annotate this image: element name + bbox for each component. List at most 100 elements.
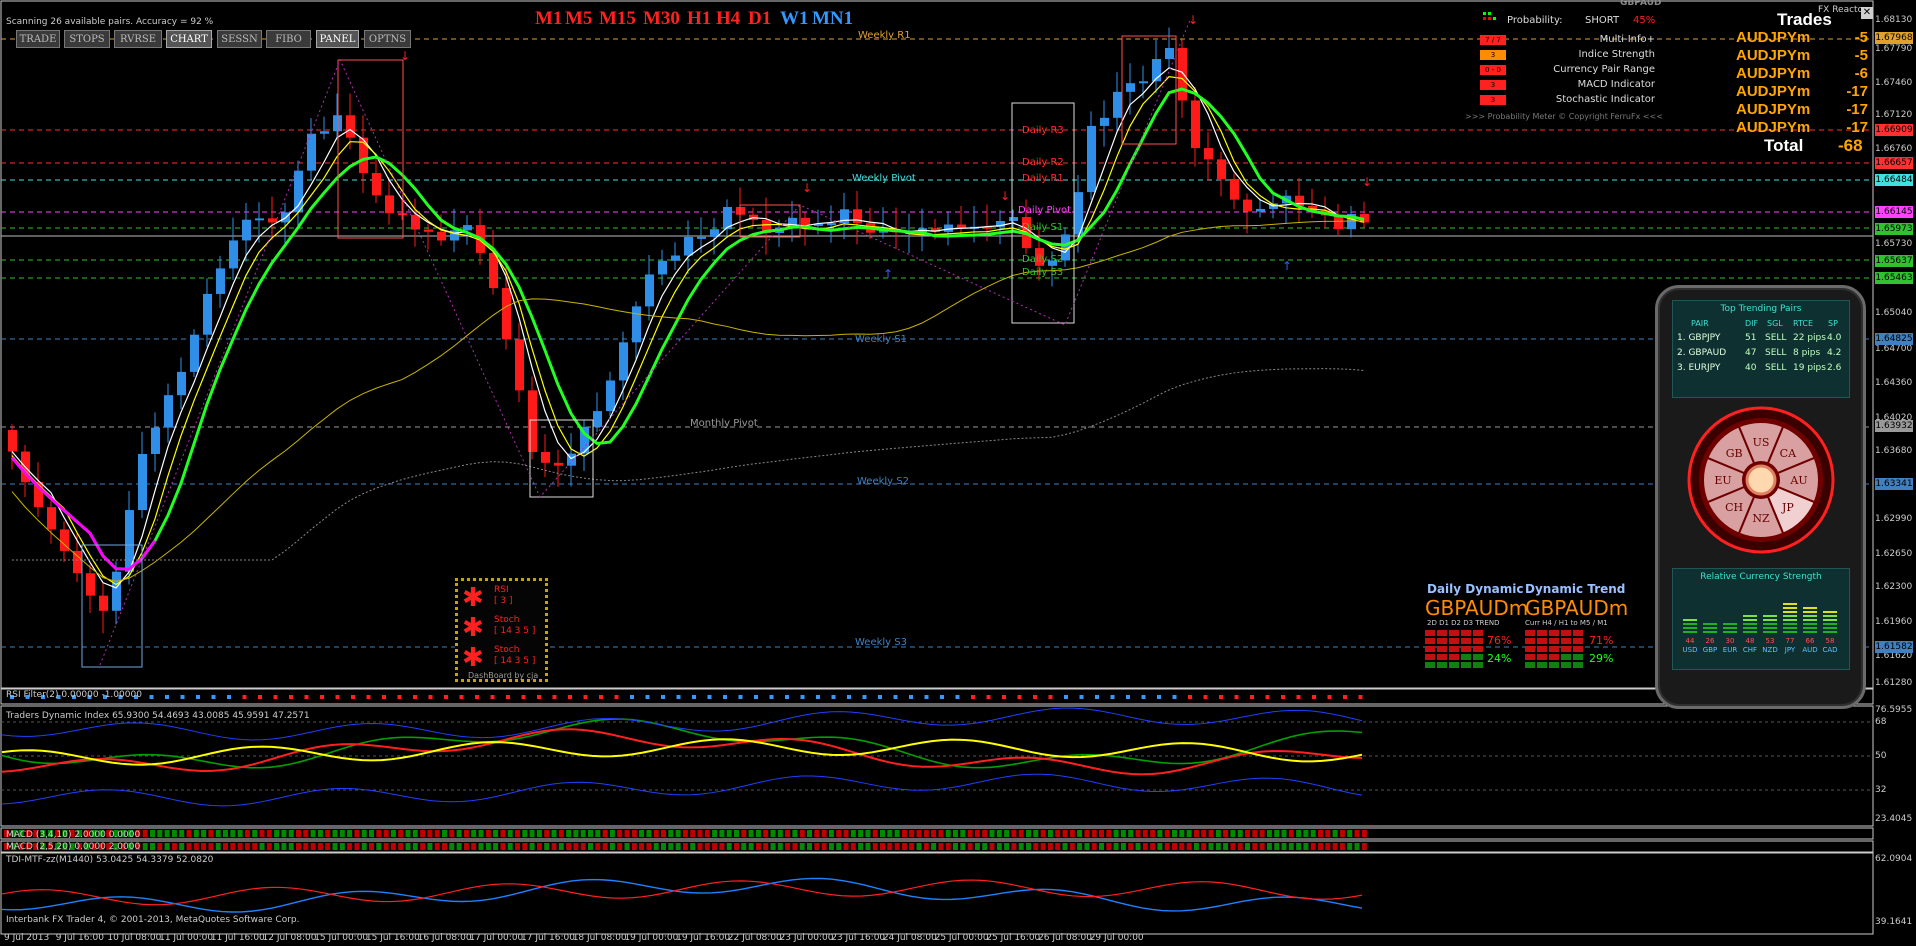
- rcs-bar-seg: [1823, 631, 1837, 633]
- pivot-label: Daily S1: [1022, 222, 1064, 233]
- macd2-cell: [1055, 843, 1061, 850]
- timeframe-w1[interactable]: W1: [780, 8, 809, 30]
- dynamic-cell: [1537, 638, 1547, 644]
- rsi-dot: [893, 695, 898, 699]
- trending-panel: Top Trending Pairs PAIR DIF SGL RTCE SP 1. G…: [1655, 285, 1866, 709]
- toolbar-btn-panel[interactable]: PANEL: [316, 30, 359, 48]
- rcs-bar-seg: [1823, 623, 1837, 625]
- candle-body: [203, 293, 212, 335]
- macd1-cell: [901, 830, 907, 837]
- macd2-cell: [923, 843, 929, 850]
- macd1-cell: [1274, 830, 1280, 837]
- signal-star-icon: ✱: [462, 613, 484, 643]
- date-label: 16 Jul 08:00: [417, 933, 472, 943]
- timeframe-mn1[interactable]: MN1: [812, 8, 853, 30]
- macd1-cell: [1347, 830, 1353, 837]
- macd2-cell: [814, 843, 820, 850]
- rcs-label: USD: [1682, 646, 1698, 654]
- candle-body: [255, 218, 264, 221]
- price-tick: 1.66760: [1875, 144, 1913, 154]
- rcs-value: 26: [1705, 637, 1715, 645]
- rsi-dot: [242, 695, 247, 699]
- rcs-bar-seg: [1803, 623, 1817, 625]
- candle-body: [489, 252, 498, 289]
- daily-columns: 2D D1 D2 D3 TREND: [1427, 619, 1500, 627]
- price-tick: 1.68130: [1875, 15, 1913, 25]
- macd1-cell: [500, 830, 506, 837]
- rsi-filter-label: RSI Filter(2) 0.00000 -1.00000: [6, 690, 142, 700]
- pivot-label: Weekly S3: [855, 637, 907, 648]
- rcs-bar-seg: [1783, 611, 1797, 613]
- macd2-cell: [712, 843, 718, 850]
- macd1-cell: [485, 830, 491, 837]
- macd2-cell: [1208, 843, 1214, 850]
- rsi-dot: [1327, 695, 1332, 699]
- toolbar-btn-fibo[interactable]: FIBO: [266, 30, 311, 48]
- timeframe-h4[interactable]: H4: [716, 8, 740, 30]
- macd2-cell: [989, 843, 995, 850]
- rsi-dot: [707, 695, 712, 699]
- macd2-cell: [1354, 843, 1360, 850]
- macd2-cell: [551, 843, 557, 850]
- toolbar-btn-sessn[interactable]: SESSN: [217, 30, 262, 48]
- macd2-cell: [1318, 843, 1323, 850]
- close-icon[interactable]: ✕: [1861, 7, 1873, 19]
- wheel-label-ch: CH: [1725, 501, 1743, 514]
- toolbar-btn-trade[interactable]: TRADE: [16, 30, 60, 48]
- rsi-dot: [1296, 695, 1301, 699]
- rsi-dot: [816, 695, 820, 699]
- toolbar-btn-chart[interactable]: CHART: [166, 30, 212, 48]
- timeframe-m30[interactable]: M30: [643, 8, 680, 30]
- trending-cell: 3. EURJPY: [1677, 363, 1721, 373]
- rcs-bar-seg: [1703, 631, 1717, 633]
- timeframe-m15[interactable]: M15: [599, 8, 636, 30]
- rsi-dot: [397, 695, 402, 699]
- macd1-cell: [588, 830, 593, 837]
- macd2-cell: [828, 843, 834, 850]
- trending-header: SGL: [1767, 319, 1783, 328]
- price-tick: 1.65040: [1875, 308, 1913, 318]
- toolbar-btn-rvrse[interactable]: RVRSE: [114, 30, 162, 48]
- probability-meter: GBPAUD Probability: SHORT 45% 7 / 7 Multi…: [1465, 0, 1700, 121]
- pivot-label: Daily S3: [1022, 267, 1064, 278]
- timeframe-d1[interactable]: D1: [748, 8, 771, 30]
- rcs-bar-seg: [1803, 619, 1817, 621]
- macd2-cell: [456, 843, 462, 850]
- trades-total-value: -68: [1838, 136, 1863, 155]
- macd2-cell: [500, 843, 506, 850]
- macd1-cell: [1077, 830, 1083, 837]
- dynamic-cell: [1449, 654, 1459, 660]
- macd1-cell: [164, 830, 170, 837]
- signal-footer: DashBoard by cja: [468, 671, 539, 680]
- price-chart[interactable]: ↓ ↓ ↓ ↓ ↓ ↑ ↑: [0, 0, 1916, 946]
- rsi-dot: [1110, 695, 1115, 699]
- rcs-bar-seg: [1803, 607, 1817, 609]
- macd1-cell: [1318, 830, 1323, 837]
- macd1-cell: [631, 830, 637, 837]
- wheel-label-jp: JP: [1781, 501, 1794, 514]
- candle-body: [411, 214, 420, 230]
- rsi-dot: [552, 695, 557, 699]
- ma-very-slow: [12, 368, 1365, 561]
- mtf-blue: [1, 877, 1363, 913]
- price-tick: 1.61280: [1875, 678, 1913, 688]
- macd1-cell: [1004, 830, 1010, 837]
- pivot-label: Daily S2: [1022, 254, 1064, 265]
- toolbar-btn-stops[interactable]: STOPS: [64, 30, 110, 48]
- sell-arrow-icon: ↓: [1362, 175, 1372, 189]
- macd2-cell: [1077, 843, 1083, 850]
- macd1-cell: [573, 830, 579, 837]
- date-label: 9 Jul 16:00: [55, 933, 104, 943]
- timeframe-h1[interactable]: H1: [687, 8, 711, 30]
- timeframe-m5[interactable]: M5: [565, 8, 592, 30]
- macd2-cell: [507, 843, 513, 850]
- price-tick: 1.62650: [1875, 549, 1913, 559]
- rsi-dot: [1265, 695, 1270, 699]
- candle-body: [112, 571, 121, 611]
- macd2-cell: [668, 843, 674, 850]
- candle-body: [1256, 208, 1265, 212]
- toolbar-btn-optns[interactable]: OPTNS: [364, 30, 411, 48]
- macd1-cell: [215, 830, 221, 837]
- timeframe-m1[interactable]: M1: [535, 8, 562, 30]
- candle-body: [1178, 48, 1187, 101]
